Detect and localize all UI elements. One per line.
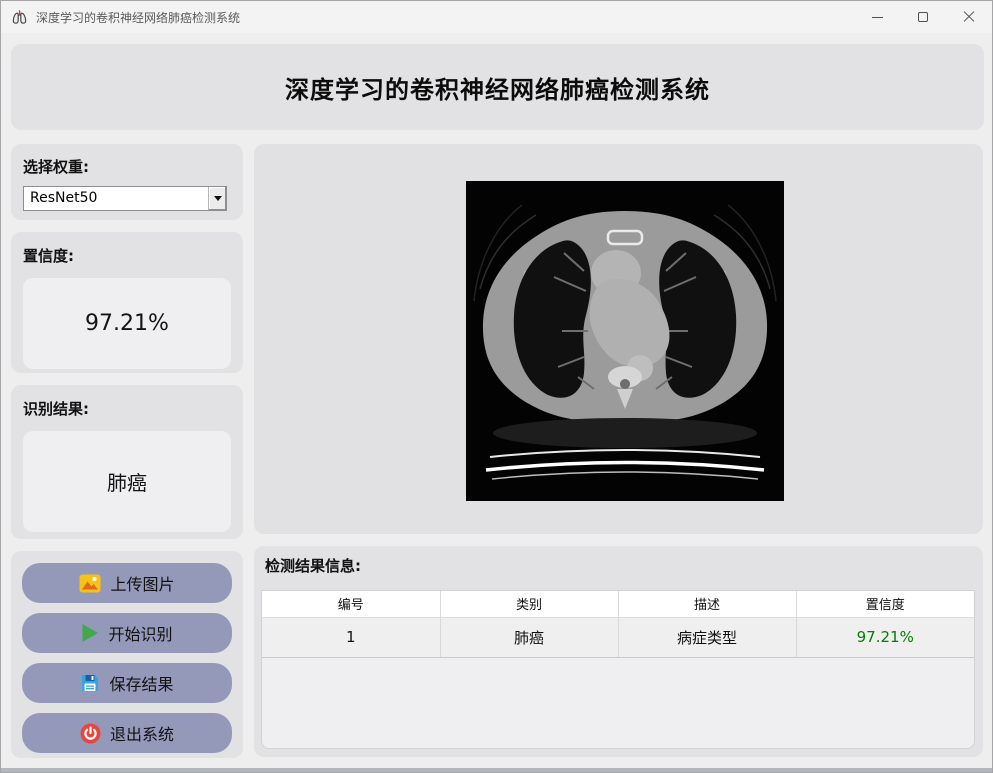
header-panel: 深度学习的卷积神经网络肺癌检测系统 [11,44,984,130]
result-panel: 识别结果: 肺癌 [11,385,243,539]
detection-results-panel: 检测结果信息: 编号 类别 描述 置信度 1 肺癌 病症类型 9 [254,546,983,757]
minimize-icon [872,17,883,18]
maximize-icon [918,12,928,22]
upload-image-label: 上传图片 [110,571,174,595]
window-title: 深度学习的卷积神经网络肺癌检测系统 [36,9,240,26]
result-value: 肺癌 [23,431,231,532]
start-recognition-label: 开始识别 [108,621,172,645]
exit-system-label: 退出系统 [110,721,174,745]
results-table-header-row: 编号 类别 描述 置信度 [262,591,974,617]
app-window: 深度学习的卷积神经网络肺癌检测系统 深度学习的卷积神经网络肺癌检测系统 选择权重… [0,0,993,773]
table-row[interactable]: 1 肺癌 病症类型 97.21% [262,617,974,657]
save-results-button[interactable]: 保存结果 [22,663,232,703]
play-icon [81,623,99,643]
results-table-container: 编号 类别 描述 置信度 1 肺癌 病症类型 97.21% [261,590,975,749]
power-icon [80,723,101,744]
ct-scan-image [466,181,784,501]
col-header-description: 描述 [618,591,796,617]
cell-description: 病症类型 [618,617,796,657]
window-bottom-edge [1,768,992,772]
weight-select-panel: 选择权重: ResNet50 [11,144,243,220]
page-title: 深度学习的卷积神经网络肺癌检测系统 [285,70,710,105]
col-header-no: 编号 [262,591,440,617]
close-icon [963,11,975,23]
minimize-button[interactable] [854,1,900,33]
weight-select-label: 选择权重: [23,156,231,177]
chevron-down-icon [214,196,222,201]
col-header-confidence: 置信度 [796,591,974,617]
result-label: 识别结果: [23,398,231,419]
confidence-panel: 置信度: 97.21% [11,232,243,373]
confidence-label: 置信度: [23,245,231,266]
weights-dropdown-arrow-button[interactable] [208,187,226,210]
weights-dropdown-value: ResNet50 [24,187,208,210]
image-display-panel [254,144,983,534]
cell-category: 肺癌 [440,617,618,657]
col-header-category: 类别 [440,591,618,617]
actions-panel: 上传图片 开始识别 保存结果 退出 [11,551,243,758]
detection-results-label: 检测结果信息: [265,555,361,576]
results-table: 编号 类别 描述 置信度 1 肺癌 病症类型 97.21% [262,591,974,658]
window-controls [854,1,992,33]
start-recognition-button[interactable]: 开始识别 [22,613,232,653]
maximize-button[interactable] [900,1,946,33]
cell-no: 1 [262,617,440,657]
close-button[interactable] [946,1,992,33]
image-upload-icon [79,574,101,593]
upload-image-button[interactable]: 上传图片 [22,563,232,603]
cell-confidence: 97.21% [796,617,974,657]
weights-dropdown[interactable]: ResNet50 [23,186,227,211]
app-lungs-icon [10,8,29,26]
titlebar[interactable]: 深度学习的卷积神经网络肺癌检测系统 [1,1,992,33]
save-floppy-icon [80,673,100,693]
confidence-value: 97.21% [23,278,231,369]
save-results-label: 保存结果 [109,671,173,695]
exit-system-button[interactable]: 退出系统 [22,713,232,753]
